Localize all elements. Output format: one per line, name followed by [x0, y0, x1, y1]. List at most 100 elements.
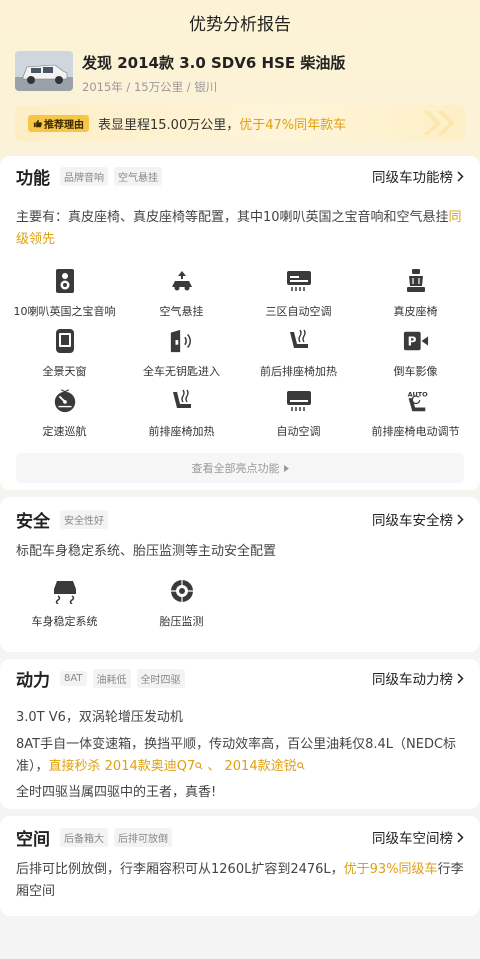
compare-link-label: 直接秒杀 2014款奥迪Q7	[48, 759, 196, 774]
compare-separator: 、	[203, 759, 225, 774]
chevron-right-icon	[457, 170, 464, 182]
seat-heating-icon	[286, 327, 312, 355]
feature-item[interactable]: 车身稳定系统	[6, 577, 123, 637]
leather-seat-icon	[403, 267, 429, 295]
power-chip: 8AT	[60, 670, 87, 686]
safety-chip: 安全性好	[60, 509, 108, 529]
space-chip: 后备箱大	[60, 827, 108, 847]
feature-item[interactable]: AUTO 前排座椅电动调节	[357, 387, 474, 447]
feature-item[interactable]: 前后排座椅加热	[240, 327, 357, 387]
auto-ac-icon	[286, 387, 312, 415]
feature-item[interactable]: 胎压监测	[123, 577, 240, 637]
power-engine: 3.0T V6，双涡轮增压发动机	[16, 710, 183, 725]
power-rank-link[interactable]: 同级车动力榜	[372, 668, 464, 688]
feature-label: 三区自动空调	[265, 305, 332, 318]
triangle-right-icon	[283, 464, 289, 472]
car-summary[interactable]: 发现 2014款 3.0 SDV6 HSE 柴油版 2015年 / 15万公里 …	[15, 51, 465, 95]
tri-zone-ac-icon	[286, 267, 312, 295]
feature-item[interactable]: 全景天窗	[6, 327, 123, 387]
feature-item[interactable]: 真皮座椅	[357, 267, 474, 327]
page-title: 优势分析报告	[189, 14, 291, 35]
compare-link-audi-q7[interactable]: 直接秒杀 2014款奥迪Q7	[49, 759, 204, 774]
safety-rank-link[interactable]: 同级车安全榜	[372, 509, 464, 529]
keyless-entry-icon	[169, 327, 195, 355]
feature-label: 真皮座椅	[393, 305, 438, 318]
chevron-right-icon	[457, 831, 464, 843]
chevron-deco-icon	[423, 111, 455, 135]
safety-card: 安全 安全性好 同级车安全榜 标配车身稳定系统、胎压监测等主动安全配置 车身稳定…	[0, 497, 480, 652]
feature-item[interactable]: 前排座椅加热	[123, 387, 240, 447]
power-chip: 全时四驱	[136, 668, 185, 688]
function-title: 功能	[16, 168, 50, 189]
recommend-text-main: 表显里程15.00万公里，	[98, 117, 240, 133]
sunroof-icon	[52, 327, 78, 355]
power-seat-icon: AUTO	[403, 387, 429, 415]
space-rank-label: 同级车空间榜	[372, 831, 453, 847]
function-feature-grid: 10喇叭英国之宝音响 空气悬挂 三区自动空调 真皮座椅 全景天窗 全车无钥匙进入…	[0, 267, 480, 447]
chevron-right-icon	[457, 672, 464, 684]
function-desc: 主要有：真皮座椅、真皮座椅等配置，其中10喇叭英国之宝音响和空气悬挂同级领先	[0, 207, 480, 251]
compare-link-touareg[interactable]: 2014款途锐	[225, 759, 305, 774]
power-chip: 油耗低	[92, 668, 131, 688]
power-title: 动力	[16, 670, 50, 691]
space-card: 空间 后备箱大 后排可放倒 同级车空间榜 后排可比例放倒，行李厢容积可从1260…	[0, 816, 480, 916]
recommend-text-highlight: 优于47%同年款车	[239, 117, 347, 133]
feature-item[interactable]: 空气悬挂	[123, 267, 240, 327]
space-title: 空间	[16, 829, 50, 850]
tire-pressure-icon	[169, 577, 195, 605]
view-all-label: 查看全部亮点功能	[191, 462, 280, 475]
thumbs-up-icon	[33, 119, 42, 127]
feature-label: 空气悬挂	[159, 305, 204, 318]
power-drivetrain: 全时四驱当属四驱中的王者，真香!	[16, 785, 217, 800]
search-icon	[296, 762, 305, 770]
feature-label: 自动空调	[276, 425, 321, 438]
feature-item[interactable]: P 倒车影像	[357, 327, 474, 387]
page-header: 优势分析报告	[0, 0, 480, 44]
space-chip: 后排可放倒	[114, 827, 172, 847]
power-transmission: 8AT手自一体变速箱，换挡平顺，传动效率高，百公里油耗仅8.4L（NEDC标准）…	[0, 734, 480, 778]
space-rank-link[interactable]: 同级车空间榜	[372, 827, 464, 847]
car-name: 发现 2014款 3.0 SDV6 HSE 柴油版	[82, 54, 346, 72]
car-thumbnail	[15, 51, 73, 91]
feature-item[interactable]: 全车无钥匙进入	[123, 327, 240, 387]
car-sub-info: 2015年 / 15万公里 / 银川	[82, 80, 218, 94]
feature-label: 胎压监测	[159, 615, 204, 628]
feature-item[interactable]: 定速巡航	[6, 387, 123, 447]
safety-title: 安全	[16, 511, 50, 532]
feature-item[interactable]: 三区自动空调	[240, 267, 357, 327]
feature-item[interactable]: 10喇叭英国之宝音响	[6, 267, 123, 327]
feature-label: 前排座椅加热	[148, 425, 215, 438]
recommend-reason-bar: 推荐理由 表显里程15.00万公里，优于47%同年款车	[15, 105, 465, 141]
feature-label: 车身稳定系统	[31, 615, 98, 628]
svg-text:P: P	[407, 335, 416, 349]
space-desc: 后排可比例放倒，行李厢容积可从1260L扩容到2476L，优于93%同级车行李厢…	[0, 859, 480, 903]
recommend-text: 表显里程15.00万公里，优于47%同年款车	[98, 114, 346, 133]
space-desc-highlight: 优于93%同级车	[343, 862, 438, 877]
feature-label: 倒车影像	[393, 365, 438, 378]
recommend-tag-label: 推荐理由	[44, 119, 84, 131]
feature-item[interactable]: 自动空调	[240, 387, 357, 447]
feature-label: 全车无钥匙进入	[143, 365, 220, 378]
feature-label: 全景天窗	[42, 365, 87, 378]
feature-label: 前排座椅电动调节	[371, 425, 460, 438]
function-rank-label: 同级车功能榜	[372, 170, 453, 186]
function-chip: 空气悬挂	[114, 166, 162, 186]
function-rank-link[interactable]: 同级车功能榜	[372, 166, 464, 186]
feature-label: 定速巡航	[42, 425, 87, 438]
function-chip: 品牌音响	[60, 166, 108, 186]
power-card: 动力 8AT 油耗低 全时四驱 同级车动力榜 3.0T V6，双涡轮增压发动机 …	[0, 659, 480, 809]
power-rank-label: 同级车动力榜	[372, 672, 453, 688]
feature-label: 前后排座椅加热	[260, 365, 337, 378]
safety-desc: 标配车身稳定系统、胎压监测等主动安全配置	[16, 544, 277, 559]
compare-link-label: 2014款途锐	[224, 759, 297, 774]
air-suspension-icon	[169, 267, 195, 295]
feature-label: 10喇叭英国之宝音响	[13, 305, 116, 318]
reverse-camera-icon: P	[403, 327, 429, 355]
view-all-features-button[interactable]: 查看全部亮点功能	[16, 453, 464, 483]
chevron-right-icon	[457, 513, 464, 525]
recommend-tag: 推荐理由	[28, 114, 89, 132]
stability-control-icon	[52, 577, 78, 605]
cruise-control-icon	[52, 387, 78, 415]
function-card: 功能 品牌音响 空气悬挂 同级车功能榜 主要有：真皮座椅、真皮座椅等配置，其中1…	[0, 156, 480, 490]
function-desc-text: 主要有：真皮座椅、真皮座椅等配置，其中10喇叭英国之宝音响和空气悬挂	[16, 210, 449, 225]
